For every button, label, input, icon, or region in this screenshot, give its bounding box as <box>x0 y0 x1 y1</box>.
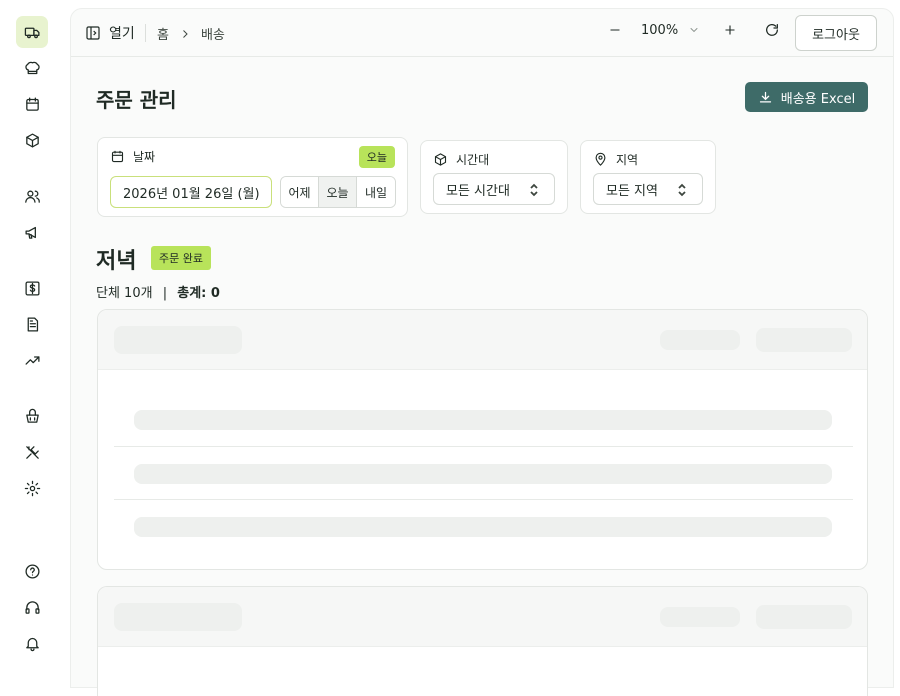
utensils-icon[interactable] <box>16 436 48 468</box>
quick-date-toggle: 어제 오늘 내일 <box>280 176 396 208</box>
today-badge: 오늘 <box>358 146 395 168</box>
settings-icon[interactable] <box>16 472 48 504</box>
document-icon[interactable] <box>16 308 48 340</box>
row-divider <box>114 446 853 447</box>
chef-hat-icon[interactable] <box>16 52 48 84</box>
time-select[interactable]: 모든 시간대 <box>433 173 555 205</box>
refresh-icon <box>766 24 779 36</box>
megaphone-icon[interactable] <box>16 216 48 248</box>
chevron-updown-icon <box>530 183 538 197</box>
card-header-skeleton <box>98 587 867 647</box>
skeleton-chip <box>660 330 740 350</box>
refresh-button[interactable] <box>762 22 782 38</box>
excel-export-label: 배송용 Excel <box>780 91 856 107</box>
map-pin-icon <box>595 152 606 166</box>
date-filter: 날짜 오늘 2026년 01월 26일 (월) 어제 오늘 내일 <box>97 137 408 217</box>
users-icon[interactable] <box>16 180 48 212</box>
dollar-icon[interactable] <box>16 272 48 304</box>
calendar-icon[interactable] <box>16 88 48 120</box>
trending-icon[interactable] <box>16 344 48 376</box>
zoom-value: 100% <box>641 22 679 38</box>
yesterday-button[interactable]: 어제 <box>281 177 319 207</box>
summary-separator: | <box>162 286 168 301</box>
row-divider <box>114 499 853 500</box>
download-icon <box>759 91 771 102</box>
skeleton-chip <box>660 607 740 627</box>
skeleton-chip <box>756 328 852 352</box>
zoom-control: 100% <box>605 22 782 38</box>
help-icon[interactable] <box>16 555 48 587</box>
today-button[interactable]: 오늘 <box>319 177 357 207</box>
date-input[interactable]: 2026년 01월 26일 (월) <box>110 176 272 208</box>
total-count: 총계: 0 <box>177 286 220 301</box>
skeleton-chip <box>756 605 852 629</box>
skeleton-row <box>134 517 832 537</box>
region-label-text: 지역 <box>616 153 639 167</box>
main-panel: 열기 홈 배송 100% 로그아웃 주문 관리 배송용 Excel 날짜 오늘 … <box>70 8 894 696</box>
breadcrumb-home[interactable]: 홈 <box>157 24 169 43</box>
order-summary: 단체 10개 | 총계: 0 <box>96 282 220 301</box>
zoom-out-button[interactable] <box>605 23 625 37</box>
region-filter: 지역 모든 지역 <box>580 140 716 214</box>
divider <box>145 24 146 42</box>
date-filter-label: 날짜 <box>110 148 155 165</box>
package-icon[interactable] <box>16 124 48 156</box>
page-title: 주문 관리 <box>96 88 177 112</box>
section-title: 저녁 <box>96 249 137 274</box>
delivery-truck-icon[interactable] <box>16 16 48 48</box>
region-filter-label: 지역 <box>593 151 638 168</box>
skeleton-row <box>134 464 832 484</box>
excel-export-button[interactable]: 배송용 Excel <box>745 82 868 112</box>
bell-icon[interactable] <box>16 627 48 659</box>
basket-icon[interactable] <box>16 400 48 432</box>
panel-toggle-icon <box>86 26 100 40</box>
time-label-text: 시간대 <box>456 153 490 167</box>
open-sidebar-button[interactable]: 열기 <box>85 23 135 43</box>
order-group-card-loading <box>97 586 868 696</box>
chevron-updown-icon <box>678 183 686 197</box>
time-filter-label: 시간대 <box>433 151 489 168</box>
time-select-value: 모든 시간대 <box>446 183 510 199</box>
box-icon <box>434 153 447 166</box>
headset-icon[interactable] <box>16 591 48 623</box>
skeleton-title <box>114 603 242 631</box>
card-header-skeleton <box>98 310 867 370</box>
zoom-level-select[interactable]: 100% <box>641 23 700 38</box>
date-label-text: 날짜 <box>133 150 156 164</box>
skeleton-title <box>114 326 242 354</box>
order-group-card-loading <box>97 309 868 570</box>
skeleton-row <box>134 410 832 430</box>
calendar-icon <box>111 150 124 163</box>
breadcrumb: 홈 배송 <box>157 24 225 43</box>
zoom-in-button[interactable] <box>720 23 740 37</box>
time-filter: 시간대 모든 시간대 <box>420 140 568 214</box>
top-bar: 열기 홈 배송 100% 로그아웃 <box>71 9 893 57</box>
chevron-down-icon <box>690 28 698 33</box>
chevron-right-icon <box>183 29 188 38</box>
logout-button[interactable]: 로그아웃 <box>795 15 877 51</box>
region-select-value: 모든 지역 <box>606 183 658 199</box>
plus-icon <box>725 25 735 35</box>
minus-icon <box>610 29 620 31</box>
sidebar <box>0 0 64 675</box>
breadcrumb-current: 배송 <box>200 28 225 43</box>
open-label: 열기 <box>109 26 135 42</box>
region-select[interactable]: 모든 지역 <box>593 173 703 205</box>
status-badge: 주문 완료 <box>151 246 211 270</box>
group-count: 단체 10개 <box>96 286 153 301</box>
tomorrow-button[interactable]: 내일 <box>357 177 395 207</box>
